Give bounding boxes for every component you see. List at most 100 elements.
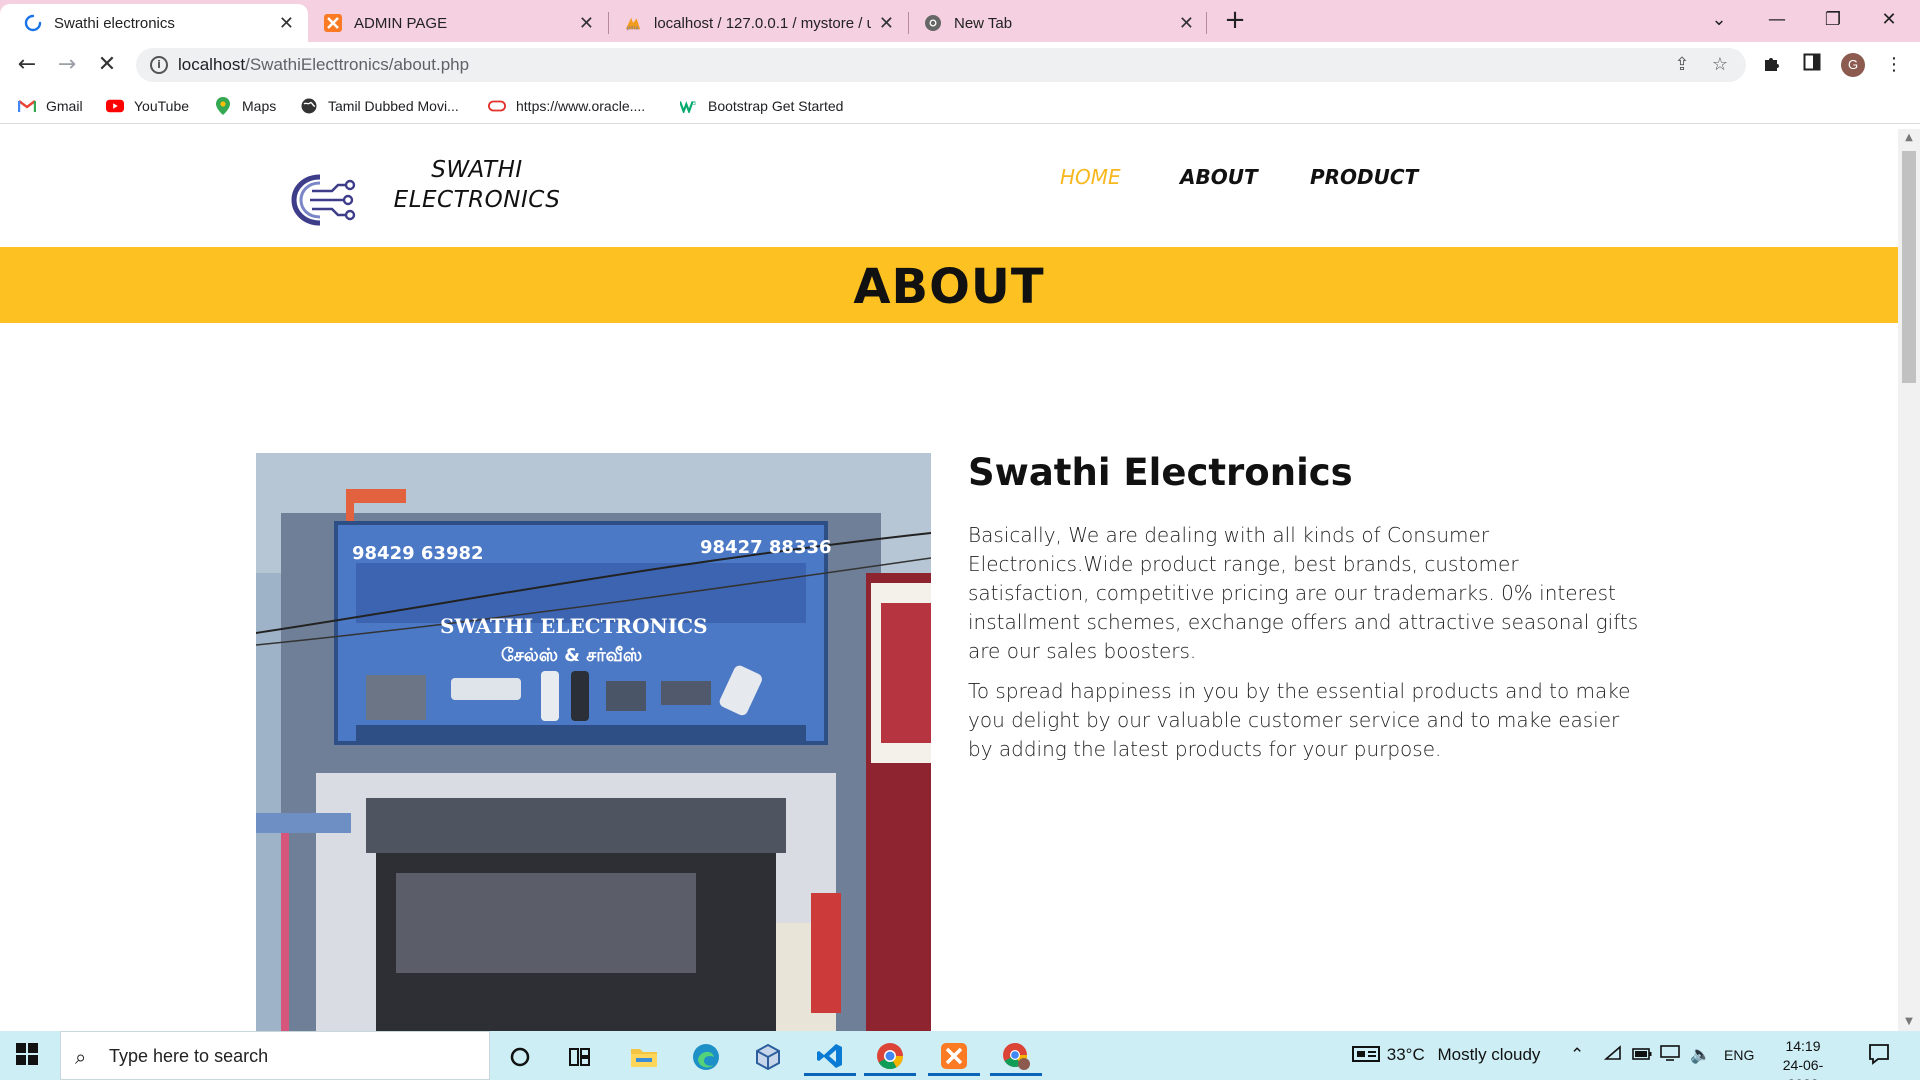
- volume-speaker-icon[interactable]: 🔈: [1690, 1045, 1711, 1065]
- notification-center-icon[interactable]: [1868, 1043, 1890, 1070]
- windows-start-icon[interactable]: [16, 1043, 42, 1069]
- close-window-icon[interactable]: ✕: [1864, 0, 1914, 40]
- tab-swathi-electronics[interactable]: Swathi electronics ✕: [0, 4, 308, 42]
- bookmark-maps[interactable]: Maps: [214, 94, 276, 118]
- clock-time: 14:19: [1785, 1038, 1821, 1054]
- taskbar-search-box[interactable]: ⌕ Type here to search: [60, 1031, 490, 1080]
- phpmyadmin-icon: pma: [624, 14, 642, 32]
- tab-title: ADMIN PAGE: [354, 14, 448, 32]
- nav-product-link[interactable]: PRODUCT: [1310, 165, 1418, 189]
- 3d-cube-app-icon[interactable]: [742, 1038, 794, 1076]
- cortana-icon[interactable]: [494, 1038, 546, 1076]
- site-info-icon[interactable]: i: [150, 56, 168, 74]
- show-hidden-icons-chevron-icon[interactable]: ⌃: [1570, 1045, 1584, 1065]
- sign-tamil-text: சேல்ஸ் & சர்வீஸ்: [501, 645, 642, 666]
- close-tab-icon[interactable]: ✕: [579, 13, 594, 34]
- close-tab-icon[interactable]: ✕: [879, 13, 894, 34]
- oracle-icon: [488, 98, 506, 114]
- bookmarks-bar: Gmail YouTube Maps Tamil Dubbed Movi... …: [0, 88, 1920, 124]
- tab-new-tab[interactable]: New Tab ✕: [900, 4, 1208, 42]
- url-path: /SwathiElecttronics/about.php: [245, 55, 470, 74]
- page-banner: ABOUT: [0, 247, 1898, 323]
- scroll-down-arrow-icon[interactable]: ▼: [1898, 1013, 1920, 1031]
- close-tab-icon[interactable]: ✕: [1179, 13, 1194, 34]
- extensions-puzzle-icon[interactable]: [1760, 53, 1784, 77]
- xampp-taskbar-icon[interactable]: [928, 1038, 980, 1076]
- vscode-icon[interactable]: [804, 1038, 856, 1076]
- bookmark-gmail[interactable]: Gmail: [18, 94, 83, 118]
- bookmark-youtube[interactable]: YouTube: [106, 94, 189, 118]
- bookmark-star-icon[interactable]: ☆: [1710, 55, 1730, 75]
- bookmark-bootstrap[interactable]: 3 Bootstrap Get Started: [680, 94, 843, 118]
- circuit-logo-icon[interactable]: [290, 171, 360, 229]
- minimize-window-icon[interactable]: —: [1752, 0, 1802, 40]
- gmail-icon: [18, 98, 36, 114]
- w3schools-icon: 3: [680, 98, 698, 114]
- system-clock[interactable]: 14:19 24-06-2022: [1768, 1037, 1838, 1080]
- forward-arrow-icon[interactable]: →: [52, 50, 82, 80]
- chrome-profile-taskbar-icon[interactable]: [990, 1038, 1042, 1076]
- network-wifi-icon[interactable]: [1603, 1045, 1622, 1066]
- globe-icon: [300, 98, 318, 114]
- file-explorer-icon[interactable]: [618, 1038, 670, 1076]
- weather-description: Mostly cloudy: [1437, 1045, 1541, 1064]
- tab-separator: [1206, 12, 1207, 34]
- tab-search-chevron-icon[interactable]: ⌄: [1694, 0, 1744, 40]
- brand-name[interactable]: SWATHI ELECTRONICS: [392, 155, 562, 215]
- svg-text:pma: pma: [627, 25, 639, 31]
- side-panel-icon[interactable]: [1800, 53, 1824, 77]
- bookmark-tamil-dubbed[interactable]: Tamil Dubbed Movi...: [300, 94, 459, 118]
- weather-icon: [1352, 1045, 1382, 1063]
- site-header: SWATHI ELECTRONICS HOME ABOUT PRODUCT: [0, 129, 1898, 247]
- scrollbar-thumb[interactable]: [1902, 151, 1916, 383]
- edge-browser-icon[interactable]: [680, 1038, 732, 1076]
- nav-home-link[interactable]: HOME: [1060, 165, 1121, 189]
- brand-line-1: SWATHI: [431, 157, 523, 183]
- battery-icon[interactable]: [1632, 1045, 1652, 1065]
- tab-admin-page[interactable]: ADMIN PAGE ✕: [300, 4, 608, 42]
- svg-text:3: 3: [693, 101, 696, 107]
- profile-avatar[interactable]: G: [1841, 53, 1865, 77]
- search-icon: ⌕: [75, 1045, 87, 1069]
- page-viewport: SWATHI ELECTRONICS HOME ABOUT PRODUCT AB…: [0, 129, 1920, 1031]
- close-tab-icon[interactable]: ✕: [279, 13, 294, 34]
- stop-loading-icon[interactable]: ✕: [92, 50, 122, 80]
- address-url[interactable]: localhost/SwathiElecttronics/about.php: [178, 55, 469, 75]
- about-paragraph-1: Basically, We are dealing with all kinds…: [968, 523, 1639, 663]
- bookmark-oracle[interactable]: https://www.oracle....: [488, 94, 645, 118]
- browser-tab-strip: Swathi electronics ✕ ADMIN PAGE ✕ pma lo…: [0, 0, 1920, 42]
- page-scrollbar[interactable]: ▲ ▼: [1898, 129, 1920, 1031]
- youtube-icon: [106, 98, 124, 114]
- page-title: ABOUT: [853, 259, 1045, 315]
- bookmark-label: Bootstrap Get Started: [708, 98, 844, 114]
- bookmark-label: https://www.oracle....: [516, 98, 646, 114]
- browser-toolbar: ← → ✕ i localhost/SwathiElecttronics/abo…: [0, 42, 1920, 88]
- search-placeholder: Type here to search: [109, 1046, 269, 1066]
- bookmark-label: YouTube: [134, 98, 190, 114]
- brand-line-2: ELECTRONICS: [393, 187, 561, 213]
- tab-phpmyadmin[interactable]: pma localhost / 127.0.0.1 / mystore / u …: [600, 4, 908, 42]
- task-view-icon[interactable]: [554, 1038, 606, 1076]
- address-bar[interactable]: i localhost/SwathiElecttronics/about.php…: [136, 48, 1746, 82]
- sign-shop-name: SWATHI ELECTRONICS: [440, 614, 708, 638]
- new-tab-button[interactable]: +: [1220, 6, 1250, 36]
- xampp-icon: [324, 14, 342, 32]
- input-language-indicator[interactable]: ENG: [1724, 1047, 1754, 1063]
- chrome-taskbar-icon[interactable]: [864, 1038, 916, 1076]
- tab-title: Swathi electronics: [54, 14, 175, 32]
- scroll-up-arrow-icon[interactable]: ▲: [1898, 129, 1920, 147]
- display-sync-icon[interactable]: [1660, 1045, 1680, 1066]
- tab-title: New Tab: [954, 14, 1013, 32]
- maps-icon: [214, 97, 232, 115]
- sign-phone-left: 98429 63982: [352, 543, 484, 564]
- back-arrow-icon[interactable]: ←: [12, 50, 42, 80]
- share-icon[interactable]: ⇪: [1672, 55, 1692, 75]
- storefront-photo: 98429 63982 98427 88336 SWATHI ELECTRONI…: [256, 453, 931, 1031]
- weather-widget[interactable]: 33°C Mostly cloudy: [1352, 1045, 1540, 1065]
- chrome-icon: [924, 14, 942, 32]
- restore-window-icon[interactable]: ❐: [1808, 0, 1858, 40]
- bookmark-label: Maps: [242, 98, 277, 114]
- menu-kebab-icon[interactable]: ⋮: [1882, 53, 1906, 77]
- nav-about-link[interactable]: ABOUT: [1180, 165, 1258, 189]
- about-paragraph-2: To spread happiness in you by the essent…: [968, 679, 1631, 761]
